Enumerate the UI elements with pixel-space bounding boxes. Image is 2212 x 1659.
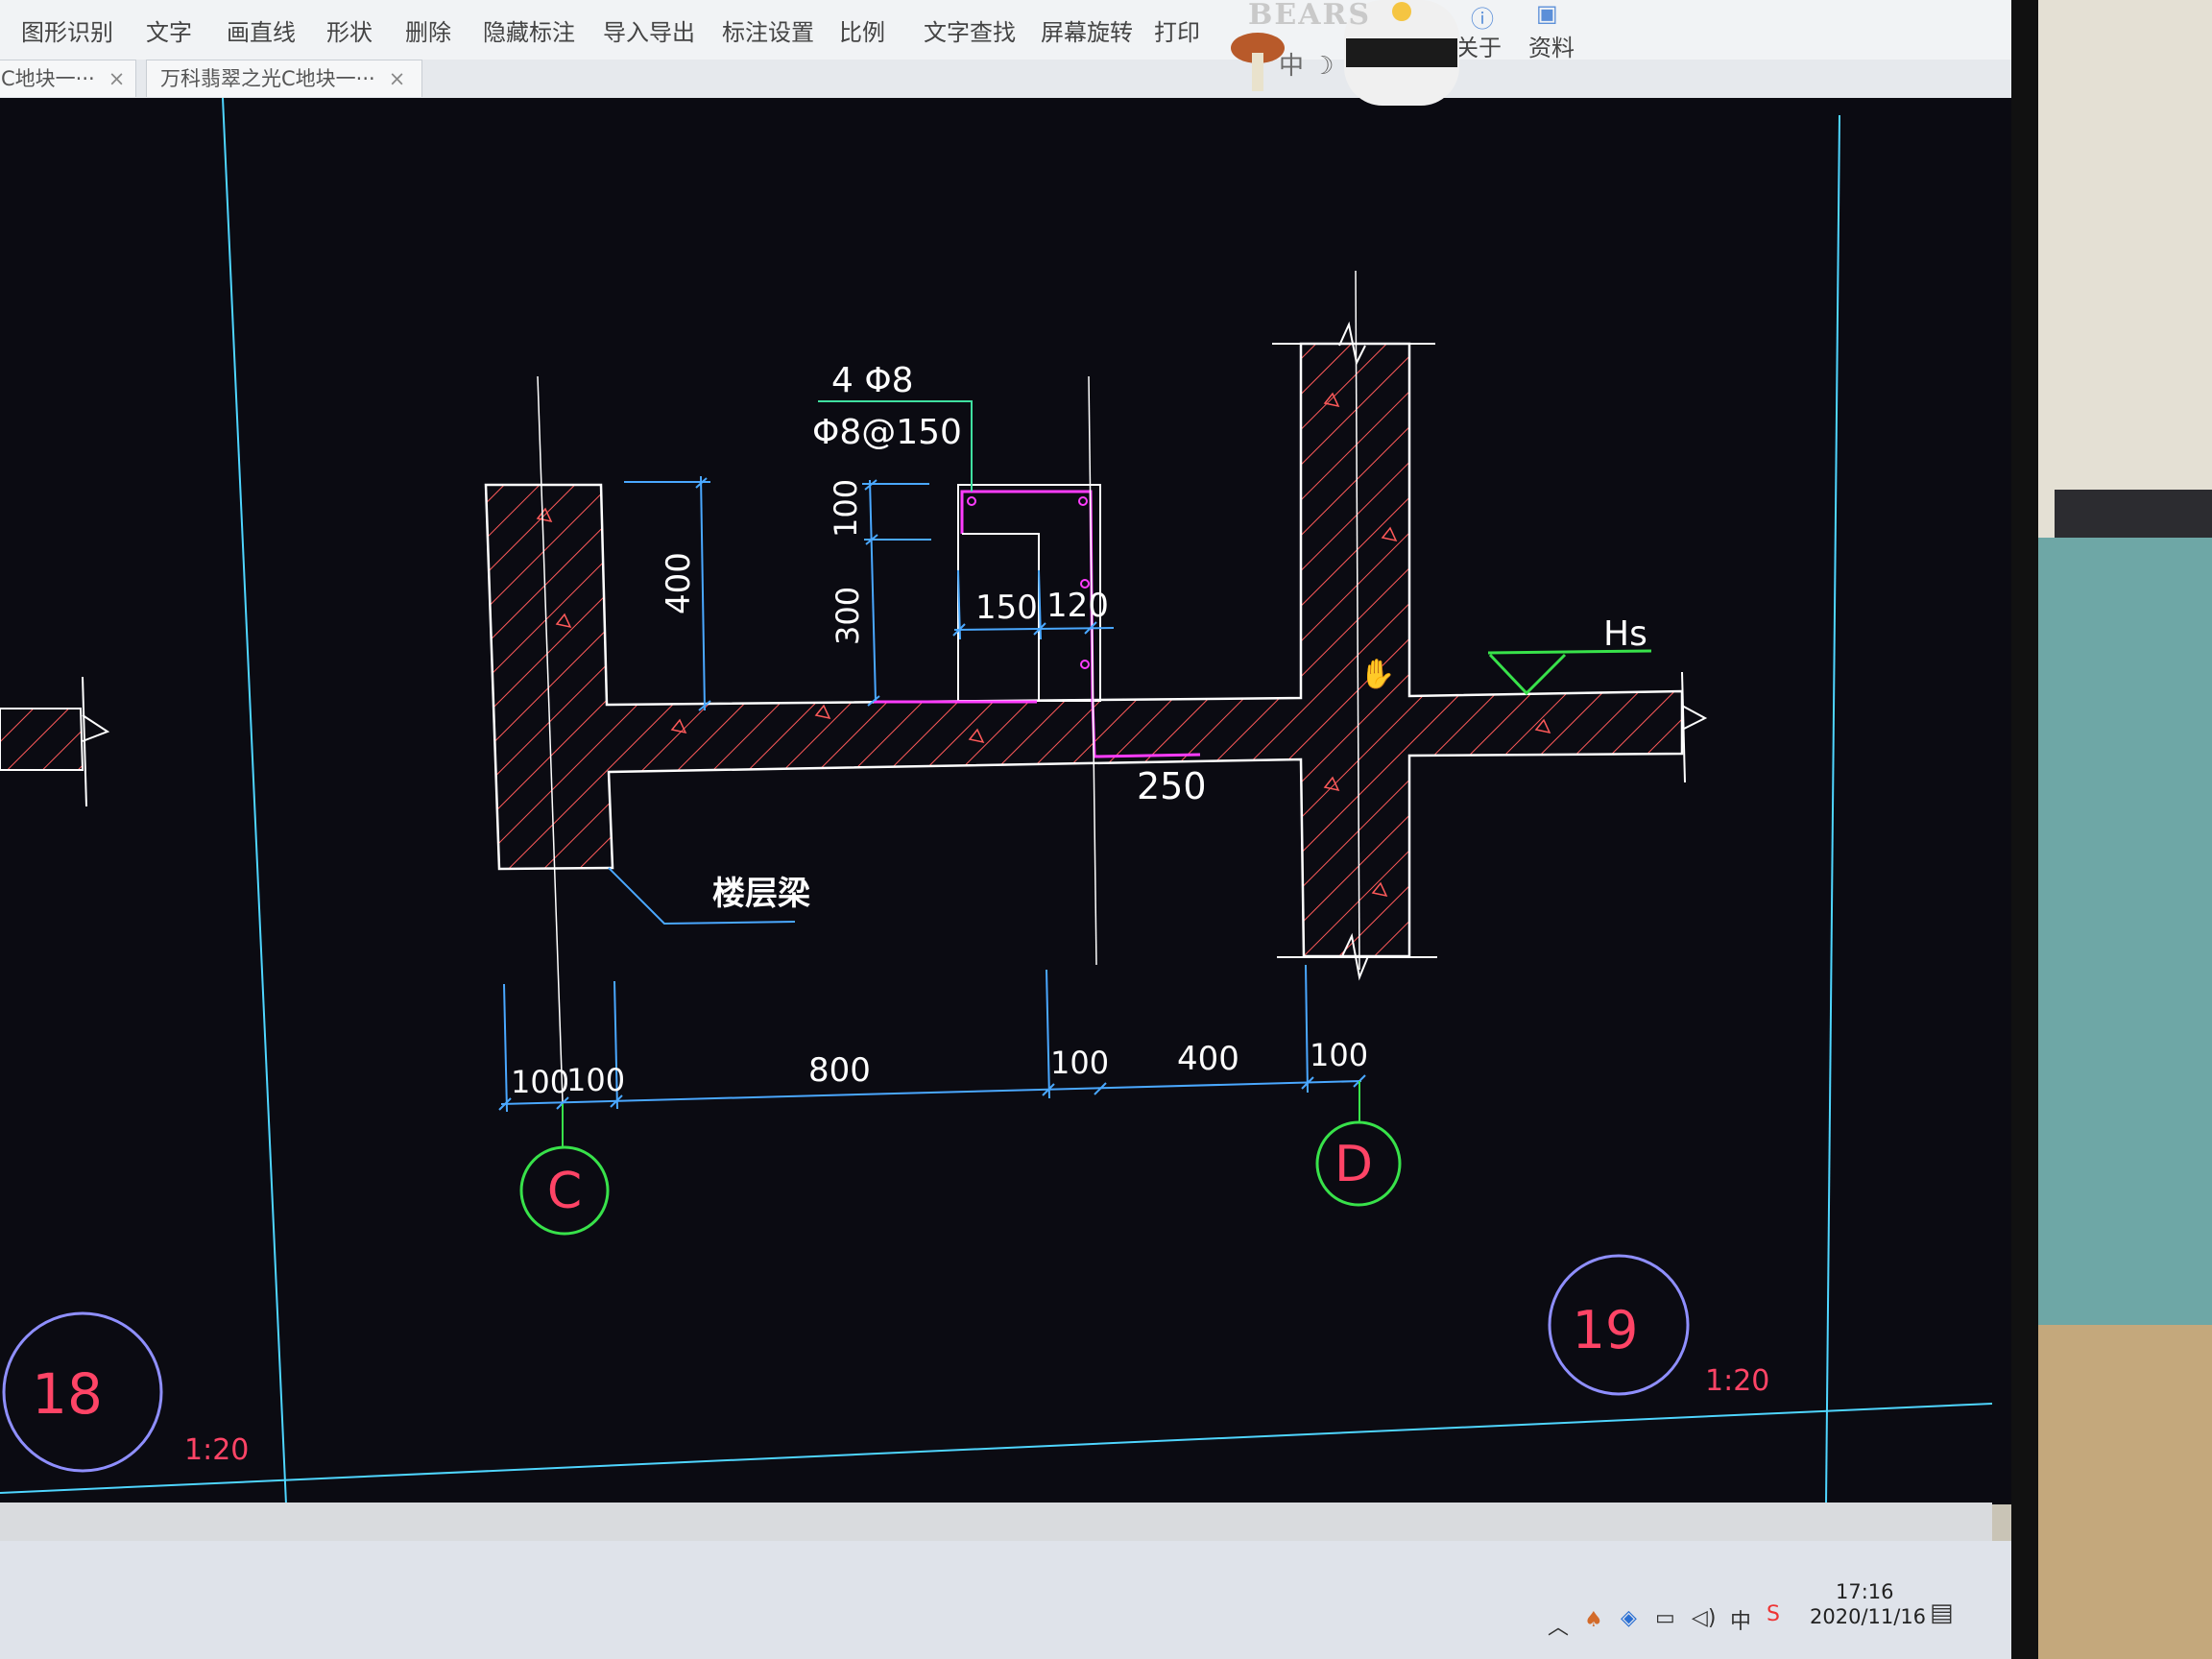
toolbar-text-search[interactable]: 文字查找	[924, 13, 1016, 47]
dim-250-label: 250	[1137, 765, 1207, 807]
bottom-dimension-chain	[498, 964, 1366, 1113]
beam-label: 楼层梁	[712, 875, 810, 913]
detail-19-scale: 1:20	[1705, 1364, 1769, 1398]
toolbar-scale[interactable]: 比例	[839, 13, 885, 47]
dim-400-left-label: 400	[660, 552, 698, 614]
axis-d-label: D	[1334, 1136, 1373, 1193]
detail-18-scale: 1:20	[184, 1433, 249, 1467]
frame-line	[1825, 114, 1840, 1504]
bottom-dim-1: 100	[511, 1064, 569, 1100]
bottom-dim-5: 400	[1177, 1040, 1239, 1078]
tab-document-1-label: C地块一···	[1, 67, 95, 90]
reference-line	[1088, 375, 1097, 966]
toolbar-resources[interactable]: 资料	[1528, 29, 1575, 62]
toolbar-import-export[interactable]: 导入导出	[603, 13, 695, 47]
bottom-dim-3: 800	[808, 1051, 871, 1090]
toolbar-shape-recognition[interactable]: 图形识别	[21, 13, 113, 47]
bottom-dim-2: 100	[566, 1062, 625, 1098]
detail-18-label: 18	[32, 1361, 103, 1427]
status-bar	[0, 1503, 1992, 1541]
toolbar-screen-rotate[interactable]: 屏幕旋转	[1041, 13, 1133, 47]
hand-cursor-icon: ✋	[1359, 657, 1395, 691]
toolbar-annotation-settings[interactable]: 标注设置	[722, 13, 814, 47]
ime-status-indicator[interactable]: 中 ☽	[1279, 46, 1334, 82]
app-tray-icon[interactable]: ♠	[1584, 1608, 1603, 1632]
dim-100-top-label: 100	[828, 479, 864, 538]
dim-120-label: 120	[1046, 587, 1109, 625]
section-slab-left	[0, 708, 84, 771]
level-marker	[1487, 649, 1652, 696]
close-icon[interactable]: ×	[389, 67, 406, 90]
resources-icon[interactable]: ▣	[1536, 0, 1558, 27]
network-icon[interactable]: ▭	[1655, 1606, 1675, 1630]
clock-time[interactable]: 17:16	[1836, 1580, 1894, 1603]
clock-date[interactable]: 2020/11/16	[1810, 1605, 1926, 1628]
rebar-main-label: 4 Φ8	[831, 361, 914, 400]
cad-drawing: 4 Φ8 Φ8@150 400 100 300 150 120 250 楼层梁 …	[0, 98, 1993, 1504]
close-icon[interactable]: ×	[108, 67, 126, 90]
detail-19-label: 19	[1573, 1300, 1639, 1360]
frame-line	[0, 1403, 1993, 1494]
level-mark-label: Hs	[1603, 614, 1647, 654]
shield-icon[interactable]: ◈	[1621, 1606, 1637, 1630]
dim-150-label: 150	[975, 589, 1038, 627]
ime-language-indicator[interactable]: 中	[1730, 1604, 1751, 1635]
tab-document-1[interactable]: C地块一··· ×	[0, 60, 136, 97]
document-tabbar: C地块一··· × 万科翡翠之光C地块一··· ×	[0, 60, 2011, 99]
toolbar-delete[interactable]: 删除	[405, 13, 451, 47]
chevron-up-icon[interactable]: ︿	[1548, 1610, 1569, 1641]
windows-taskbar: ︿ ♠ ◈ ▭ ◁) 中 S ▤	[0, 1541, 2035, 1659]
toolbar-hide-annotations[interactable]: 隐藏标注	[483, 13, 575, 47]
volume-icon[interactable]: ◁)	[1692, 1606, 1717, 1630]
toolbar-about[interactable]: 关于	[1455, 29, 1502, 62]
mascot-brand-text: BEARS	[1248, 0, 1372, 32]
tab-document-2-label: 万科翡翠之光C地块一···	[160, 67, 375, 90]
sogou-icon[interactable]: S	[1767, 1602, 1780, 1626]
notification-icon[interactable]: ▤	[1930, 1599, 1954, 1627]
frame-line	[222, 98, 287, 1504]
dim-300-label: 300	[830, 587, 866, 645]
tab-document-2[interactable]: 万科翡翠之光C地块一··· ×	[146, 60, 422, 97]
bottom-dim-4: 100	[1050, 1045, 1109, 1081]
axis-c-label: C	[547, 1163, 582, 1220]
main-toolbar: 图形识别 文字 画直线 形状 删除 隐藏标注 导入导出 标注设置 比例 文字查找…	[0, 0, 2011, 62]
rebar-stirrup-label: Φ8@150	[812, 413, 962, 452]
about-icon[interactable]: ⓘ	[1471, 0, 1494, 34]
cad-canvas[interactable]: 4 Φ8 Φ8@150 400 100 300 150 120 250 楼层梁 …	[0, 98, 2011, 1504]
monitor-bezel	[2011, 0, 2038, 1659]
break-symbol	[82, 714, 110, 742]
dim-100-300-vertical	[862, 479, 931, 707]
bottom-dim-6: 100	[1310, 1037, 1368, 1073]
toolbar-print[interactable]: 打印	[1154, 13, 1200, 47]
toolbar-text[interactable]: 文字	[146, 13, 192, 47]
toolbar-shape[interactable]: 形状	[326, 13, 373, 47]
toolbar-draw-line[interactable]: 画直线	[227, 13, 296, 47]
